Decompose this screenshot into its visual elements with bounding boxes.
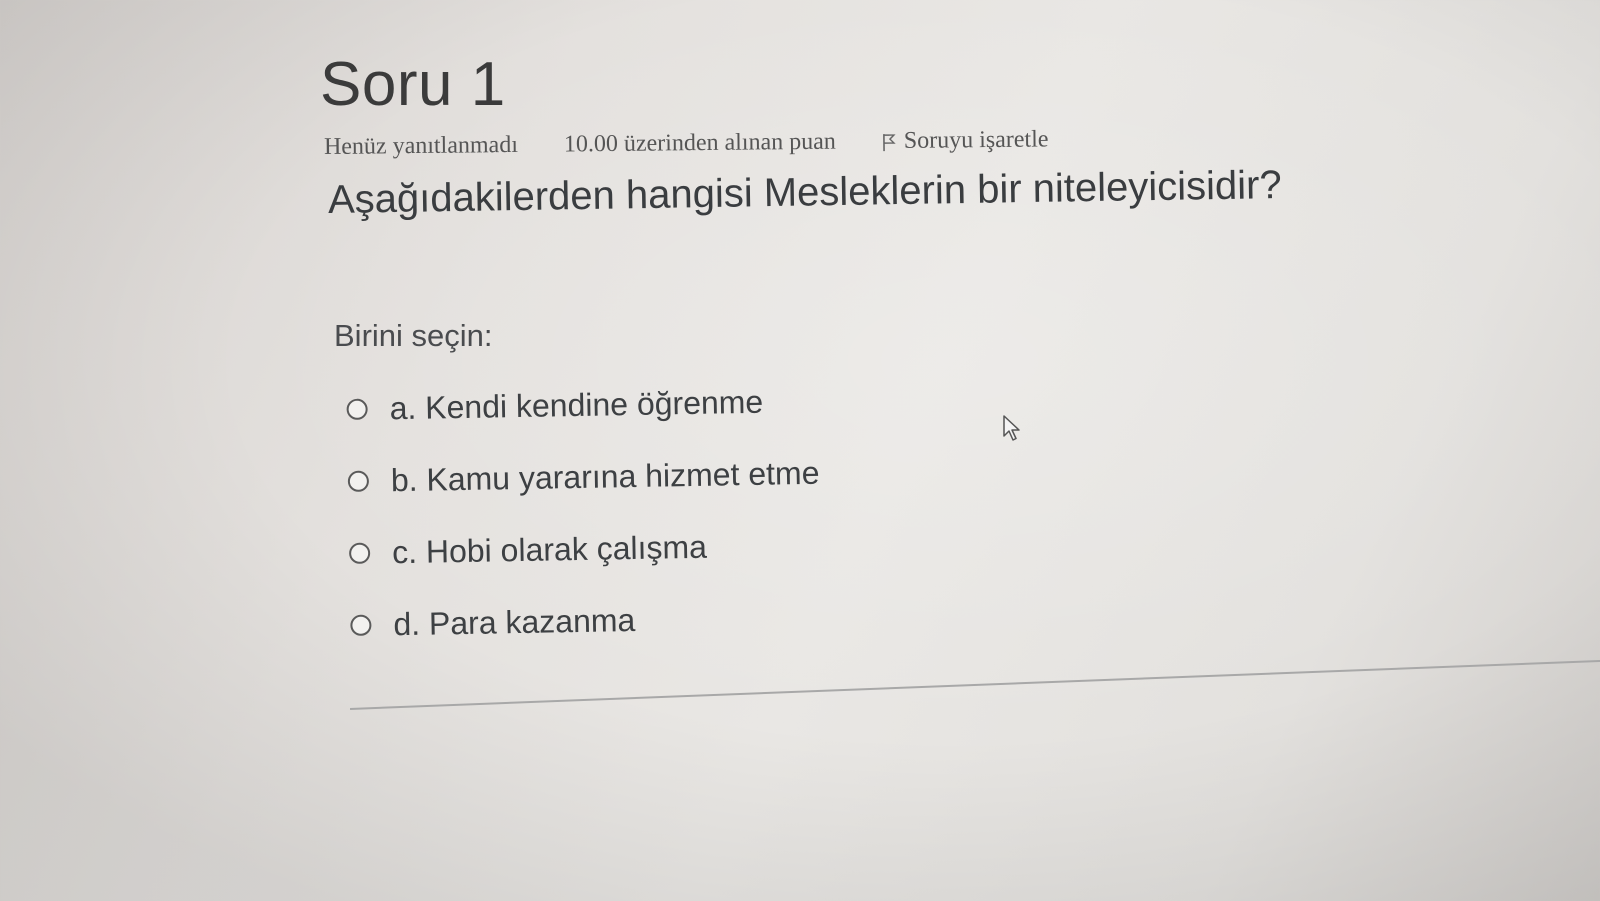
answer-option-b[interactable]: b. Kamu yararına hizmet etme — [347, 437, 820, 517]
answer-option-a[interactable]: a. Kendi kendine öğrenme — [346, 365, 819, 445]
answer-list: a. Kendi kendine öğrenme b. Kamu yararın… — [346, 365, 823, 661]
answer-label-c: c. Hobi olarak çalışma — [391, 528, 708, 570]
radio-button-a[interactable] — [346, 398, 368, 420]
answer-label-b: b. Kamu yararına hizmet etme — [390, 454, 820, 498]
answer-option-c[interactable]: c. Hobi olarak çalışma — [348, 509, 822, 589]
answer-option-d[interactable]: d. Para kazanma — [350, 581, 823, 661]
question-info: Henüz yanıtlanmadı 10.00 üzerinden alına… — [324, 126, 1129, 161]
section-divider — [350, 659, 1600, 710]
flag-question-link[interactable]: Soruyu işaretle — [882, 126, 1089, 154]
radio-button-c[interactable] — [348, 542, 371, 564]
mouse-pointer-icon — [1003, 415, 1020, 441]
answer-label-a: a. Kendi kendine öğrenme — [389, 383, 764, 426]
question-text: Aşağıdakilerden hangisi Mesleklerin bir … — [327, 163, 1283, 222]
question-number: Soru 1 — [320, 50, 506, 119]
radio-button-b[interactable] — [347, 470, 370, 492]
question-points: 10.00 üzerinden alınan puan — [563, 128, 836, 158]
flag-question-label: Soruyu işaretle — [903, 126, 1049, 154]
flag-icon — [882, 134, 896, 152]
radio-button-d[interactable] — [350, 614, 372, 636]
question-status: Henüz yanıtlanmadı — [323, 131, 519, 160]
answer-label-d: d. Para kazanma — [393, 601, 636, 642]
answer-prompt: Birini seçin: — [334, 318, 493, 353]
